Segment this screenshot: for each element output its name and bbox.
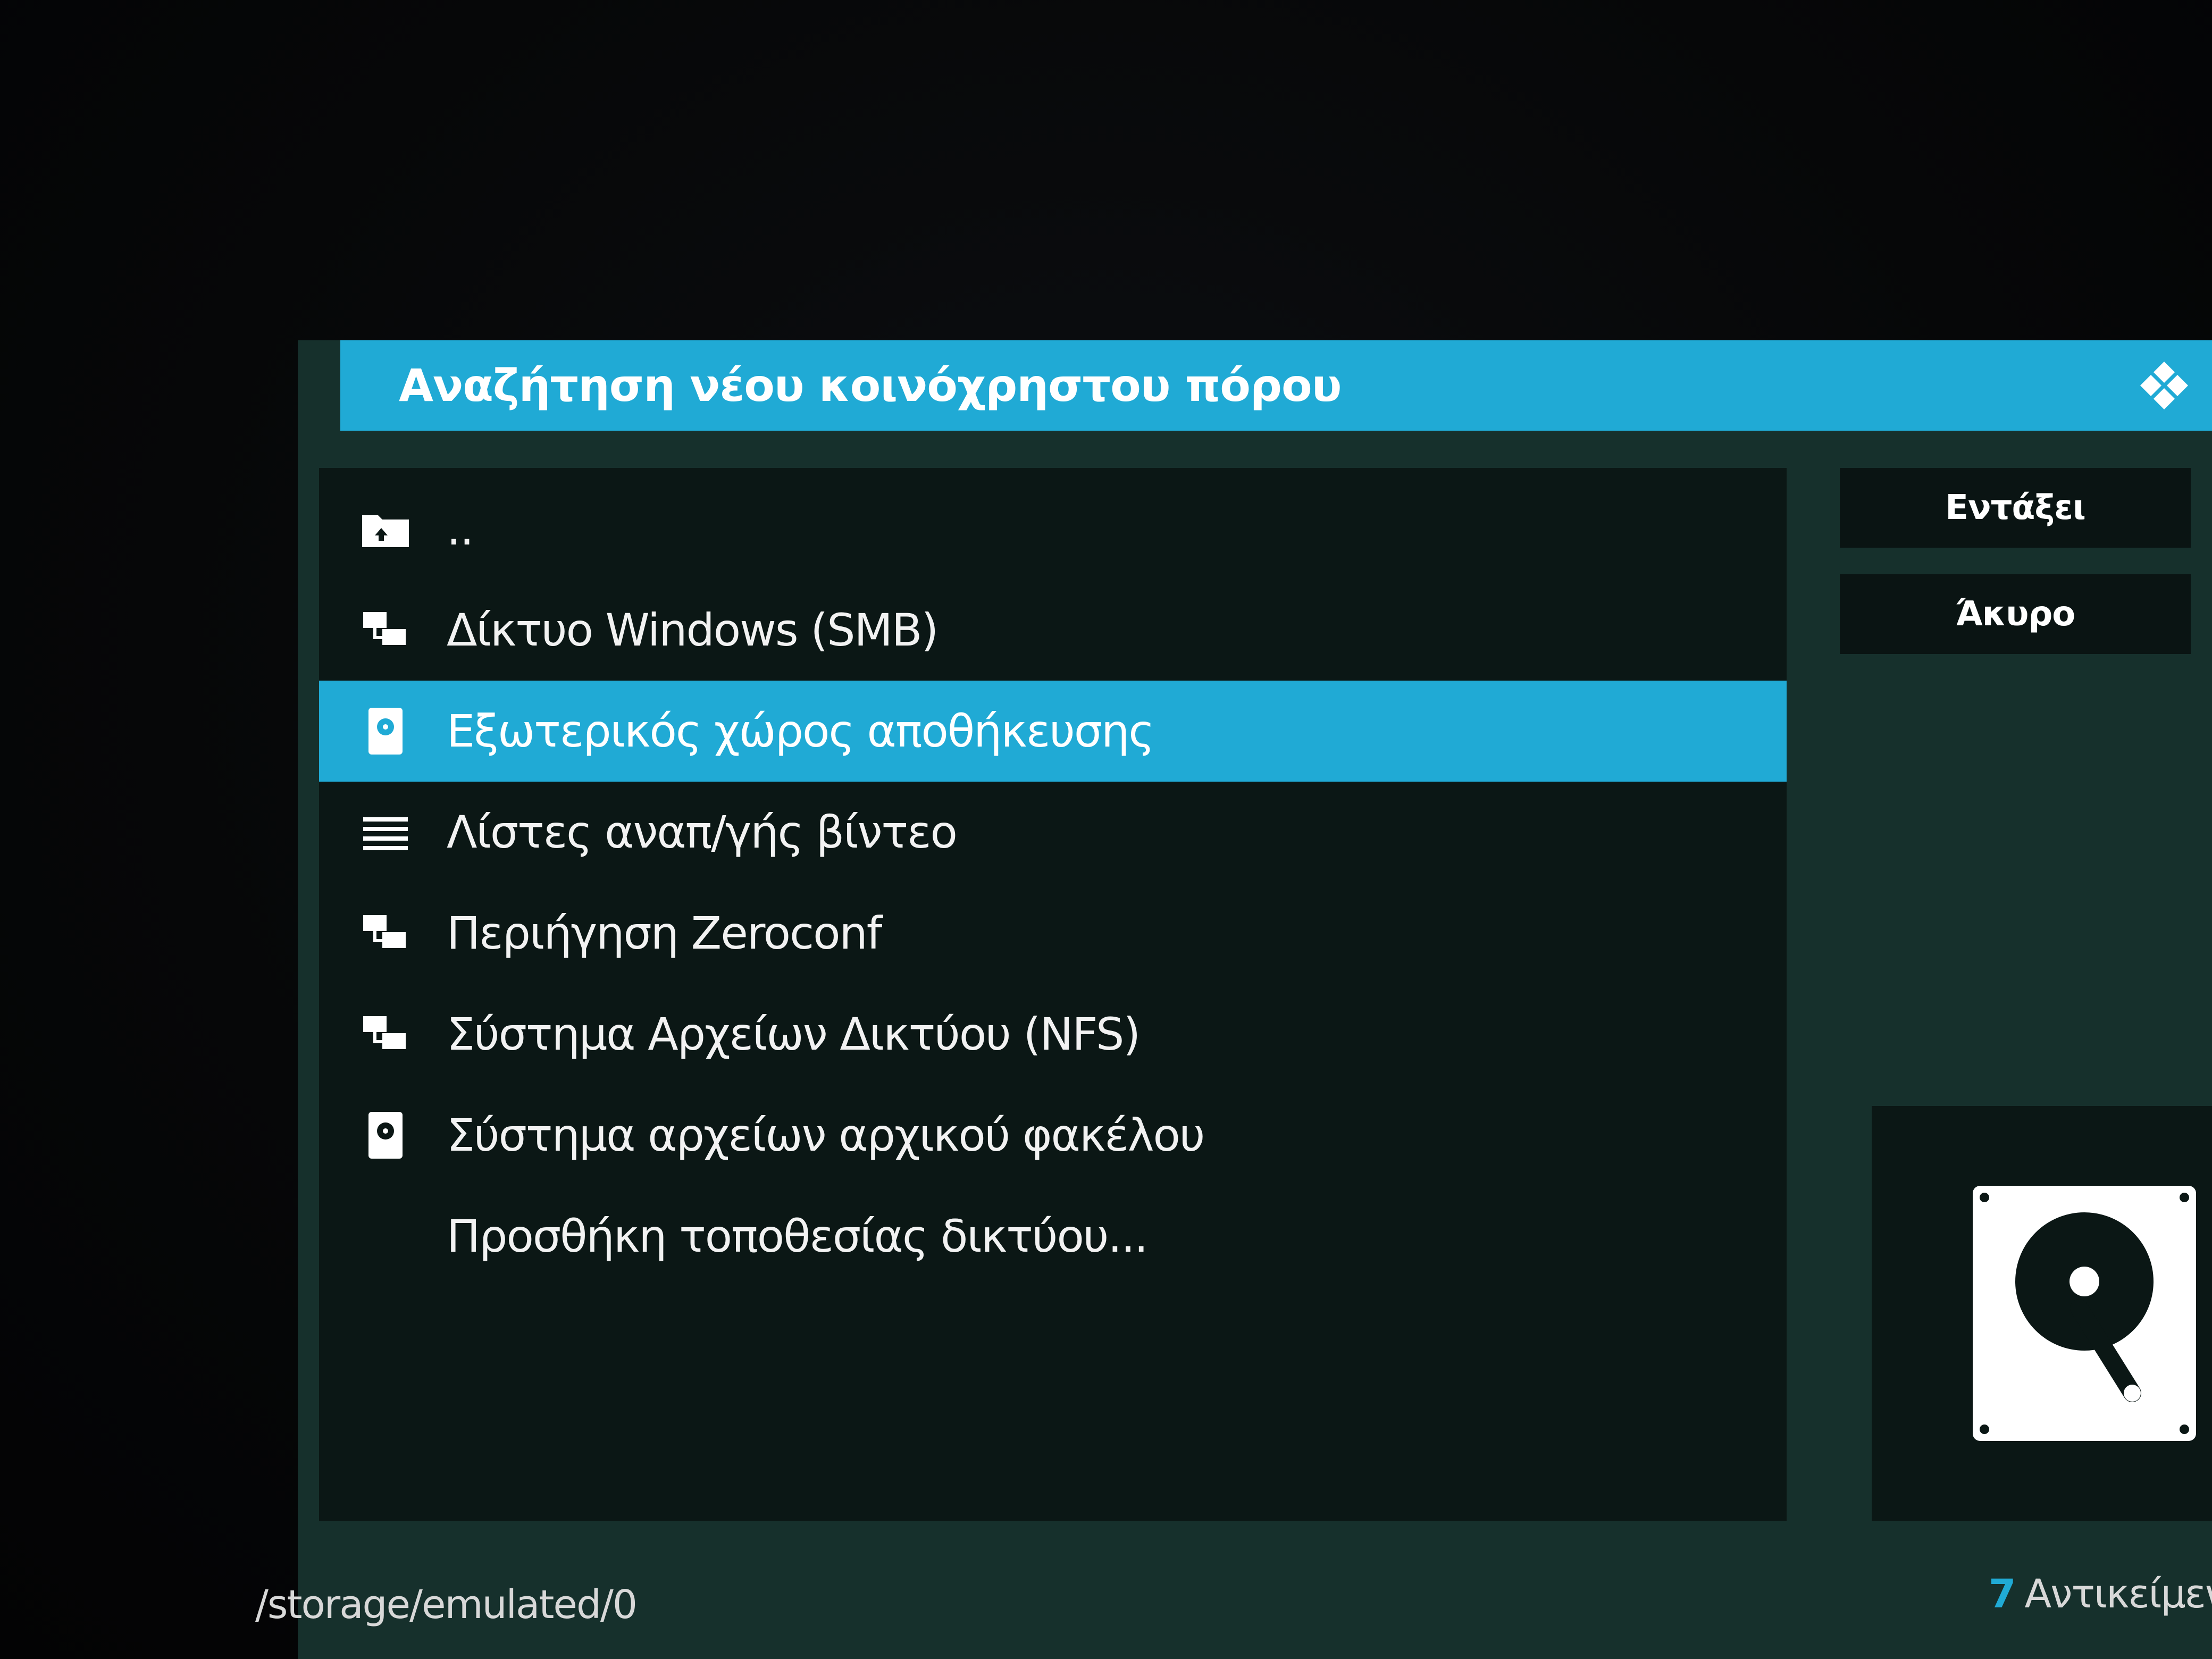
list-item-nfs[interactable]: Σύστημα Αρχείων Δικτύου (NFS) [319, 984, 1787, 1085]
list-item-home-folder[interactable]: Σύστημα αρχείων αρχικού φακέλου [319, 1085, 1787, 1186]
item-count-number: 7 [1989, 1571, 2016, 1617]
list-item-label: Περιήγηση Zeroconf [447, 907, 882, 959]
kodi-logo-icon [2140, 362, 2188, 409]
list-item-zeroconf[interactable]: Περιήγηση Zeroconf [319, 883, 1787, 984]
removable-drive-icon [356, 702, 415, 760]
item-count: 7Αντικείμενα [1989, 1571, 2212, 1617]
list-item-label: Σύστημα Αρχείων Δικτύου (NFS) [447, 1008, 1141, 1060]
item-thumbnail-panel [1872, 1106, 2212, 1521]
list-item-label: Προσθήκη τοποθεσίας δικτύου... [447, 1210, 1149, 1262]
list-item-label: Σύστημα αρχείων αρχικού φακέλου [447, 1109, 1205, 1161]
cancel-button[interactable]: Άκυρο [1840, 574, 2191, 654]
hard-drive-icon [356, 1106, 415, 1164]
list-item-external-storage[interactable]: Εξωτερικός χώρος αποθήκευσης [319, 681, 1787, 782]
list-item-video-playlists[interactable]: Λίστες αναπ/γής βίντεο [319, 782, 1787, 883]
ok-button[interactable]: Εντάξει [1840, 468, 2191, 548]
list-item-parent-folder[interactable]: .. [319, 479, 1787, 580]
network-icon [356, 601, 415, 659]
list-item-add-network-location[interactable]: Προσθήκη τοποθεσίας δικτύου... [319, 1186, 1787, 1287]
playlist-icon [356, 803, 415, 861]
folder-up-icon [356, 500, 415, 558]
list-item-label: Εξωτερικός χώρος αποθήκευσης [447, 705, 1155, 757]
dialog-title-bar: Αναζήτηση νέου κοινόχρηστου πόρου [340, 340, 2212, 431]
current-path: /storage/emulated/0 [255, 1582, 638, 1628]
network-icon [356, 904, 415, 962]
list-item-label: Λίστες αναπ/γής βίντεο [447, 806, 958, 858]
list-item-label: Δίκτυο Windows (SMB) [447, 604, 939, 656]
list-item-smb[interactable]: Δίκτυο Windows (SMB) [319, 580, 1787, 681]
browse-share-dialog: Αναζήτηση νέου κοινόχρηστου πόρου .. Δίκ… [298, 340, 2212, 1659]
source-list: .. Δίκτυο Windows (SMB) Εξωτερικός χώρος… [319, 468, 1787, 1521]
hard-drive-icon [1973, 1186, 2196, 1441]
screen: Αναζήτηση νέου κοινόχρηστου πόρου .. Δίκ… [0, 0, 2212, 1659]
dialog-title: Αναζήτηση νέου κοινόχρηστου πόρου [399, 359, 1342, 412]
item-count-label: Αντικείμενα [2024, 1571, 2212, 1617]
network-icon [356, 1005, 415, 1063]
list-item-label: .. [447, 503, 474, 555]
